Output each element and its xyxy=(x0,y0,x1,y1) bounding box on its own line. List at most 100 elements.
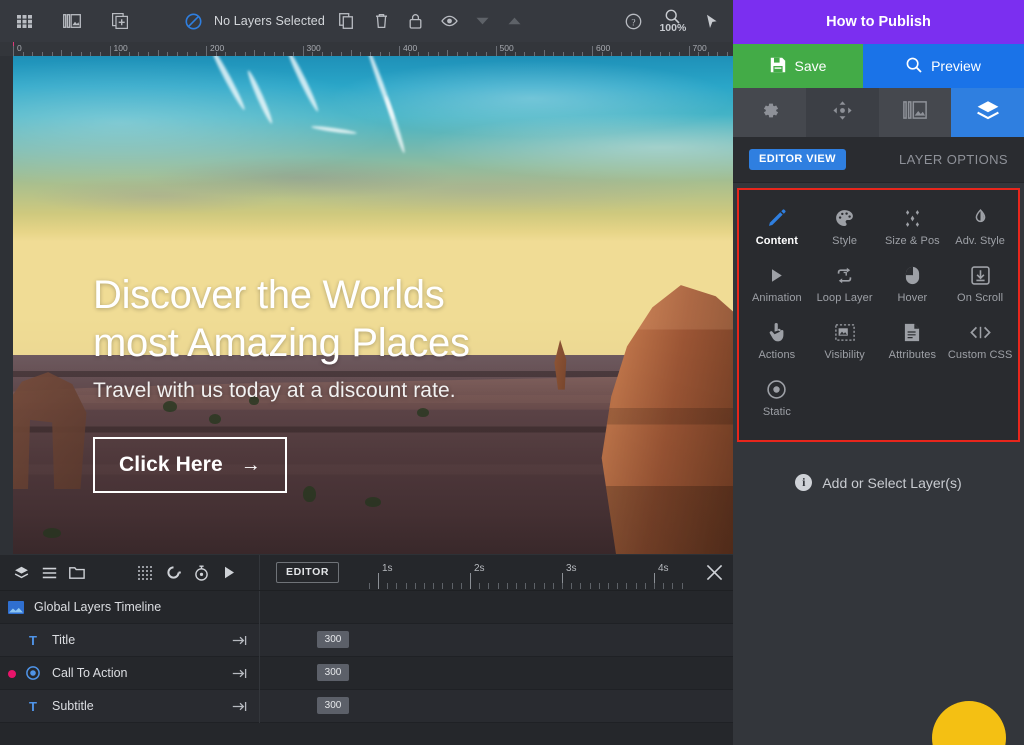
canvas-ruler: 0 100 200 300 400 500 600 700 xyxy=(0,42,733,56)
caret-up-icon[interactable] xyxy=(499,0,531,42)
timeline-row-track[interactable]: 300 xyxy=(260,657,733,690)
timeline-row-left: T Title xyxy=(0,623,260,657)
timeline-row-label: Subtitle xyxy=(52,699,94,713)
slide-canvas[interactable]: Discover the Worlds most Amazing Places … xyxy=(13,56,733,554)
timeline-time-label: 3s xyxy=(566,563,577,574)
size-pos-icon xyxy=(903,208,922,228)
preview-label: Preview xyxy=(931,58,981,74)
editor-pane: No Layers Selected ? 100% 0 100 200 300 … xyxy=(0,0,795,745)
timeline-scale-area: EDITOR 1s 2s 3s 4s xyxy=(260,555,733,590)
slide-layer-subtitle[interactable]: Travel with us today at a discount rate. xyxy=(93,379,456,403)
timeline-row[interactable]: T Subtitle 300 xyxy=(0,689,733,723)
align-end-icon[interactable] xyxy=(232,666,247,684)
zoom-control[interactable]: 100% xyxy=(651,0,695,42)
folder-icon[interactable] xyxy=(64,555,90,591)
align-end-icon[interactable] xyxy=(232,699,247,717)
timeline-minor-tick xyxy=(497,583,499,589)
layer-option-loop-layer[interactable]: Loop Layer xyxy=(811,259,879,312)
timeline-row[interactable]: T Title 300 xyxy=(0,623,733,657)
timeline-row-label: Global Layers Timeline xyxy=(34,600,162,614)
layer-option-label: Content xyxy=(755,235,798,247)
layer-option-label: Animation xyxy=(751,292,802,304)
tab-settings[interactable] xyxy=(733,88,806,137)
preview-button[interactable]: Preview xyxy=(863,44,1024,88)
loop-icon[interactable] xyxy=(160,555,186,591)
slider-image-icon[interactable] xyxy=(48,0,96,42)
caret-down-icon[interactable] xyxy=(467,0,499,42)
layer-option-hover[interactable]: Hover xyxy=(879,259,947,312)
cursor-icon[interactable] xyxy=(695,0,729,42)
timeline-row[interactable]: Call To Action 300 xyxy=(0,656,733,690)
add-slide-icon[interactable] xyxy=(96,0,144,42)
timeline-minor-tick xyxy=(488,583,490,589)
grid-snap-icon[interactable] xyxy=(132,555,158,591)
timeline-row[interactable]: Global Layers Timeline xyxy=(0,590,733,624)
layer-option-actions[interactable]: Actions xyxy=(743,316,811,369)
eye-icon[interactable] xyxy=(433,0,467,42)
cta-label: Click Here xyxy=(119,453,223,476)
tab-slides[interactable] xyxy=(878,88,952,137)
lock-icon[interactable] xyxy=(399,0,433,42)
layer-option-on-scroll[interactable]: On Scroll xyxy=(946,259,1014,312)
ruler-label: 300 xyxy=(306,43,321,53)
save-button[interactable]: Save xyxy=(733,44,863,88)
list-icon[interactable] xyxy=(36,555,62,591)
layer-option-adv-style[interactable]: Adv. Style xyxy=(946,202,1014,255)
timeline-clip[interactable]: 300 xyxy=(317,630,349,648)
timeline-row-left: Call To Action xyxy=(0,656,260,690)
layer-option-label: Attributes xyxy=(888,349,937,361)
trash-icon[interactable] xyxy=(365,0,399,42)
add-select-layers-hint: i Add or Select Layer(s) xyxy=(733,474,1024,491)
tab-navigation[interactable] xyxy=(805,88,879,137)
layer-option-custom-css[interactable]: Custom CSS xyxy=(946,316,1014,369)
title-line-2: most Amazing Places xyxy=(93,321,470,365)
ruler-major-tick xyxy=(688,46,690,56)
subtab-layer-options[interactable]: LAYER OPTIONS xyxy=(899,152,1008,167)
help-icon[interactable]: ? xyxy=(617,0,651,42)
layer-option-size-pos[interactable]: Size & Pos xyxy=(879,202,947,255)
timeline-minor-tick xyxy=(414,583,416,589)
slide-layer-title[interactable]: Discover the Worlds most Amazing Places xyxy=(93,271,613,367)
copy-icon[interactable] xyxy=(329,0,365,42)
timeline-ruler[interactable]: 1s 2s 3s 4s xyxy=(368,555,691,591)
layer-option-static[interactable]: Static xyxy=(743,373,811,426)
layer-option-content[interactable]: Content xyxy=(743,202,811,255)
timeline-tools xyxy=(0,555,260,590)
layer-option-animation[interactable]: Animation xyxy=(743,259,811,312)
ruler-major-tick xyxy=(302,46,304,56)
editor-chip-button[interactable]: EDITOR xyxy=(276,562,340,583)
ruler-label: 0 xyxy=(17,43,22,53)
panel-title: How to Publish xyxy=(733,0,1024,44)
timeline-row-track[interactable]: 300 xyxy=(260,690,733,723)
layer-option-attributes[interactable]: Attributes xyxy=(879,316,947,369)
close-icon[interactable] xyxy=(706,564,723,586)
ruler-major-tick xyxy=(109,46,111,56)
mouse-icon xyxy=(905,265,920,285)
timeline-row-track[interactable] xyxy=(260,591,733,624)
layers-icon[interactable] xyxy=(8,555,34,591)
layer-option-label: Hover xyxy=(897,292,928,304)
timeline-minor-tick xyxy=(681,583,683,589)
yellow-circle-decoration xyxy=(932,701,1006,745)
timeline-minor-tick xyxy=(617,583,619,589)
timeline-row-track[interactable]: 300 xyxy=(260,624,733,657)
timeline-minor-tick xyxy=(433,583,435,589)
timeline-time-label: 2s xyxy=(474,563,485,574)
layer-option-label: Custom CSS xyxy=(947,349,1013,361)
visibility-icon xyxy=(834,322,855,342)
align-end-icon[interactable] xyxy=(232,633,247,651)
play-icon[interactable] xyxy=(216,555,242,591)
subtab-editor-view[interactable]: EDITOR VIEW xyxy=(749,149,846,170)
layer-option-visibility[interactable]: Visibility xyxy=(811,316,879,369)
slide-layer-cta-button[interactable]: Click Here → xyxy=(93,437,287,493)
ruler-major-tick xyxy=(399,46,400,56)
stopwatch-icon[interactable] xyxy=(188,555,214,591)
timeline-minor-tick xyxy=(460,583,462,589)
layer-option-label: Visibility xyxy=(824,349,865,361)
timeline-clip[interactable]: 300 xyxy=(317,663,349,681)
tab-layers[interactable] xyxy=(951,88,1024,137)
timeline-row-label: Title xyxy=(52,633,76,647)
grid-icon[interactable] xyxy=(0,0,48,42)
layer-option-style[interactable]: Style xyxy=(811,202,879,255)
timeline-clip[interactable]: 300 xyxy=(317,696,349,714)
